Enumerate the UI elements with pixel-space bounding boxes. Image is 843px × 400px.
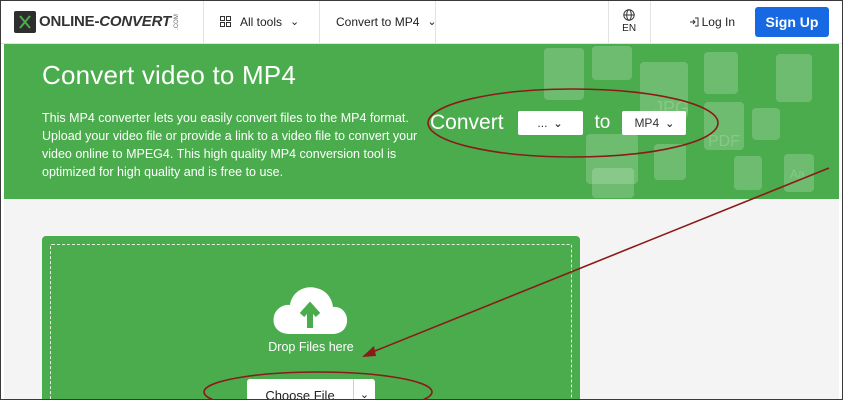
drop-files-text: Drop Files here [268, 340, 354, 354]
convert-label: Convert [430, 111, 504, 134]
login-icon [689, 17, 699, 26]
nav-spacer [436, 0, 609, 43]
logo[interactable]: ONLINE-CONVERT .COM [0, 0, 204, 43]
source-format-value: ... [537, 116, 548, 130]
chevron-down-icon: ⌄ [290, 16, 300, 28]
choose-file-label: Choose File [265, 387, 335, 400]
deco-video-file-icon [544, 48, 584, 100]
signup-label: Sign Up [765, 13, 819, 30]
target-format-value: MP4 [634, 116, 660, 130]
source-format-select[interactable]: ... ⌄ [517, 111, 583, 135]
deco-font-label: Aa [790, 167, 805, 181]
logo-main: ONLINE- [39, 13, 100, 30]
target-format-select[interactable]: MP4 ⌄ [622, 111, 687, 135]
chevron-down-icon: ⌄ [665, 117, 675, 130]
grid-icon [220, 16, 231, 27]
chevron-down-icon[interactable]: ⌄ [353, 379, 375, 400]
choose-file-button[interactable]: Choose File ⌄ [247, 379, 375, 400]
logo-mark-icon [14, 10, 36, 33]
deco-graph-file-icon [592, 168, 634, 198]
convert-menu-label: Convert to MP4 [336, 14, 420, 29]
to-label: to [594, 112, 611, 133]
deco-file-icon [592, 46, 632, 80]
globe-icon [623, 9, 635, 21]
convert-to-mp4-menu[interactable]: Convert to MP4 ⌄ [320, 0, 437, 43]
hero-description: This MP4 converter lets you easily conve… [42, 111, 418, 179]
top-navbar: ONLINE-CONVERT .COM All tools ⌄ Convert … [0, 0, 843, 44]
deco-pdf-label: PDF [708, 133, 740, 150]
page-title: Convert video to MP4 [42, 60, 297, 90]
chevron-down-icon: ⌄ [553, 117, 563, 130]
logo-accent: CONVERT [99, 13, 171, 30]
signup-button[interactable]: Sign Up [755, 6, 829, 37]
all-tools-label: All tools [240, 14, 283, 29]
language-selector[interactable]: EN [609, 0, 651, 43]
format-selector-row: Convert ... ⌄ to MP4 ⌄ [430, 108, 687, 138]
login-link[interactable]: Log In [651, 0, 749, 43]
all-tools-menu[interactable]: All tools ⌄ [204, 0, 320, 43]
login-label: Log In [701, 14, 735, 29]
cloud-upload-icon [273, 287, 348, 334]
logo-text: ONLINE-CONVERT [39, 13, 171, 30]
hero-banner: JPG PDF Aa Convert video to MP4 This MP4… [4, 44, 839, 199]
logo-suffix: .COM [173, 13, 180, 30]
language-label: EN [622, 23, 637, 34]
